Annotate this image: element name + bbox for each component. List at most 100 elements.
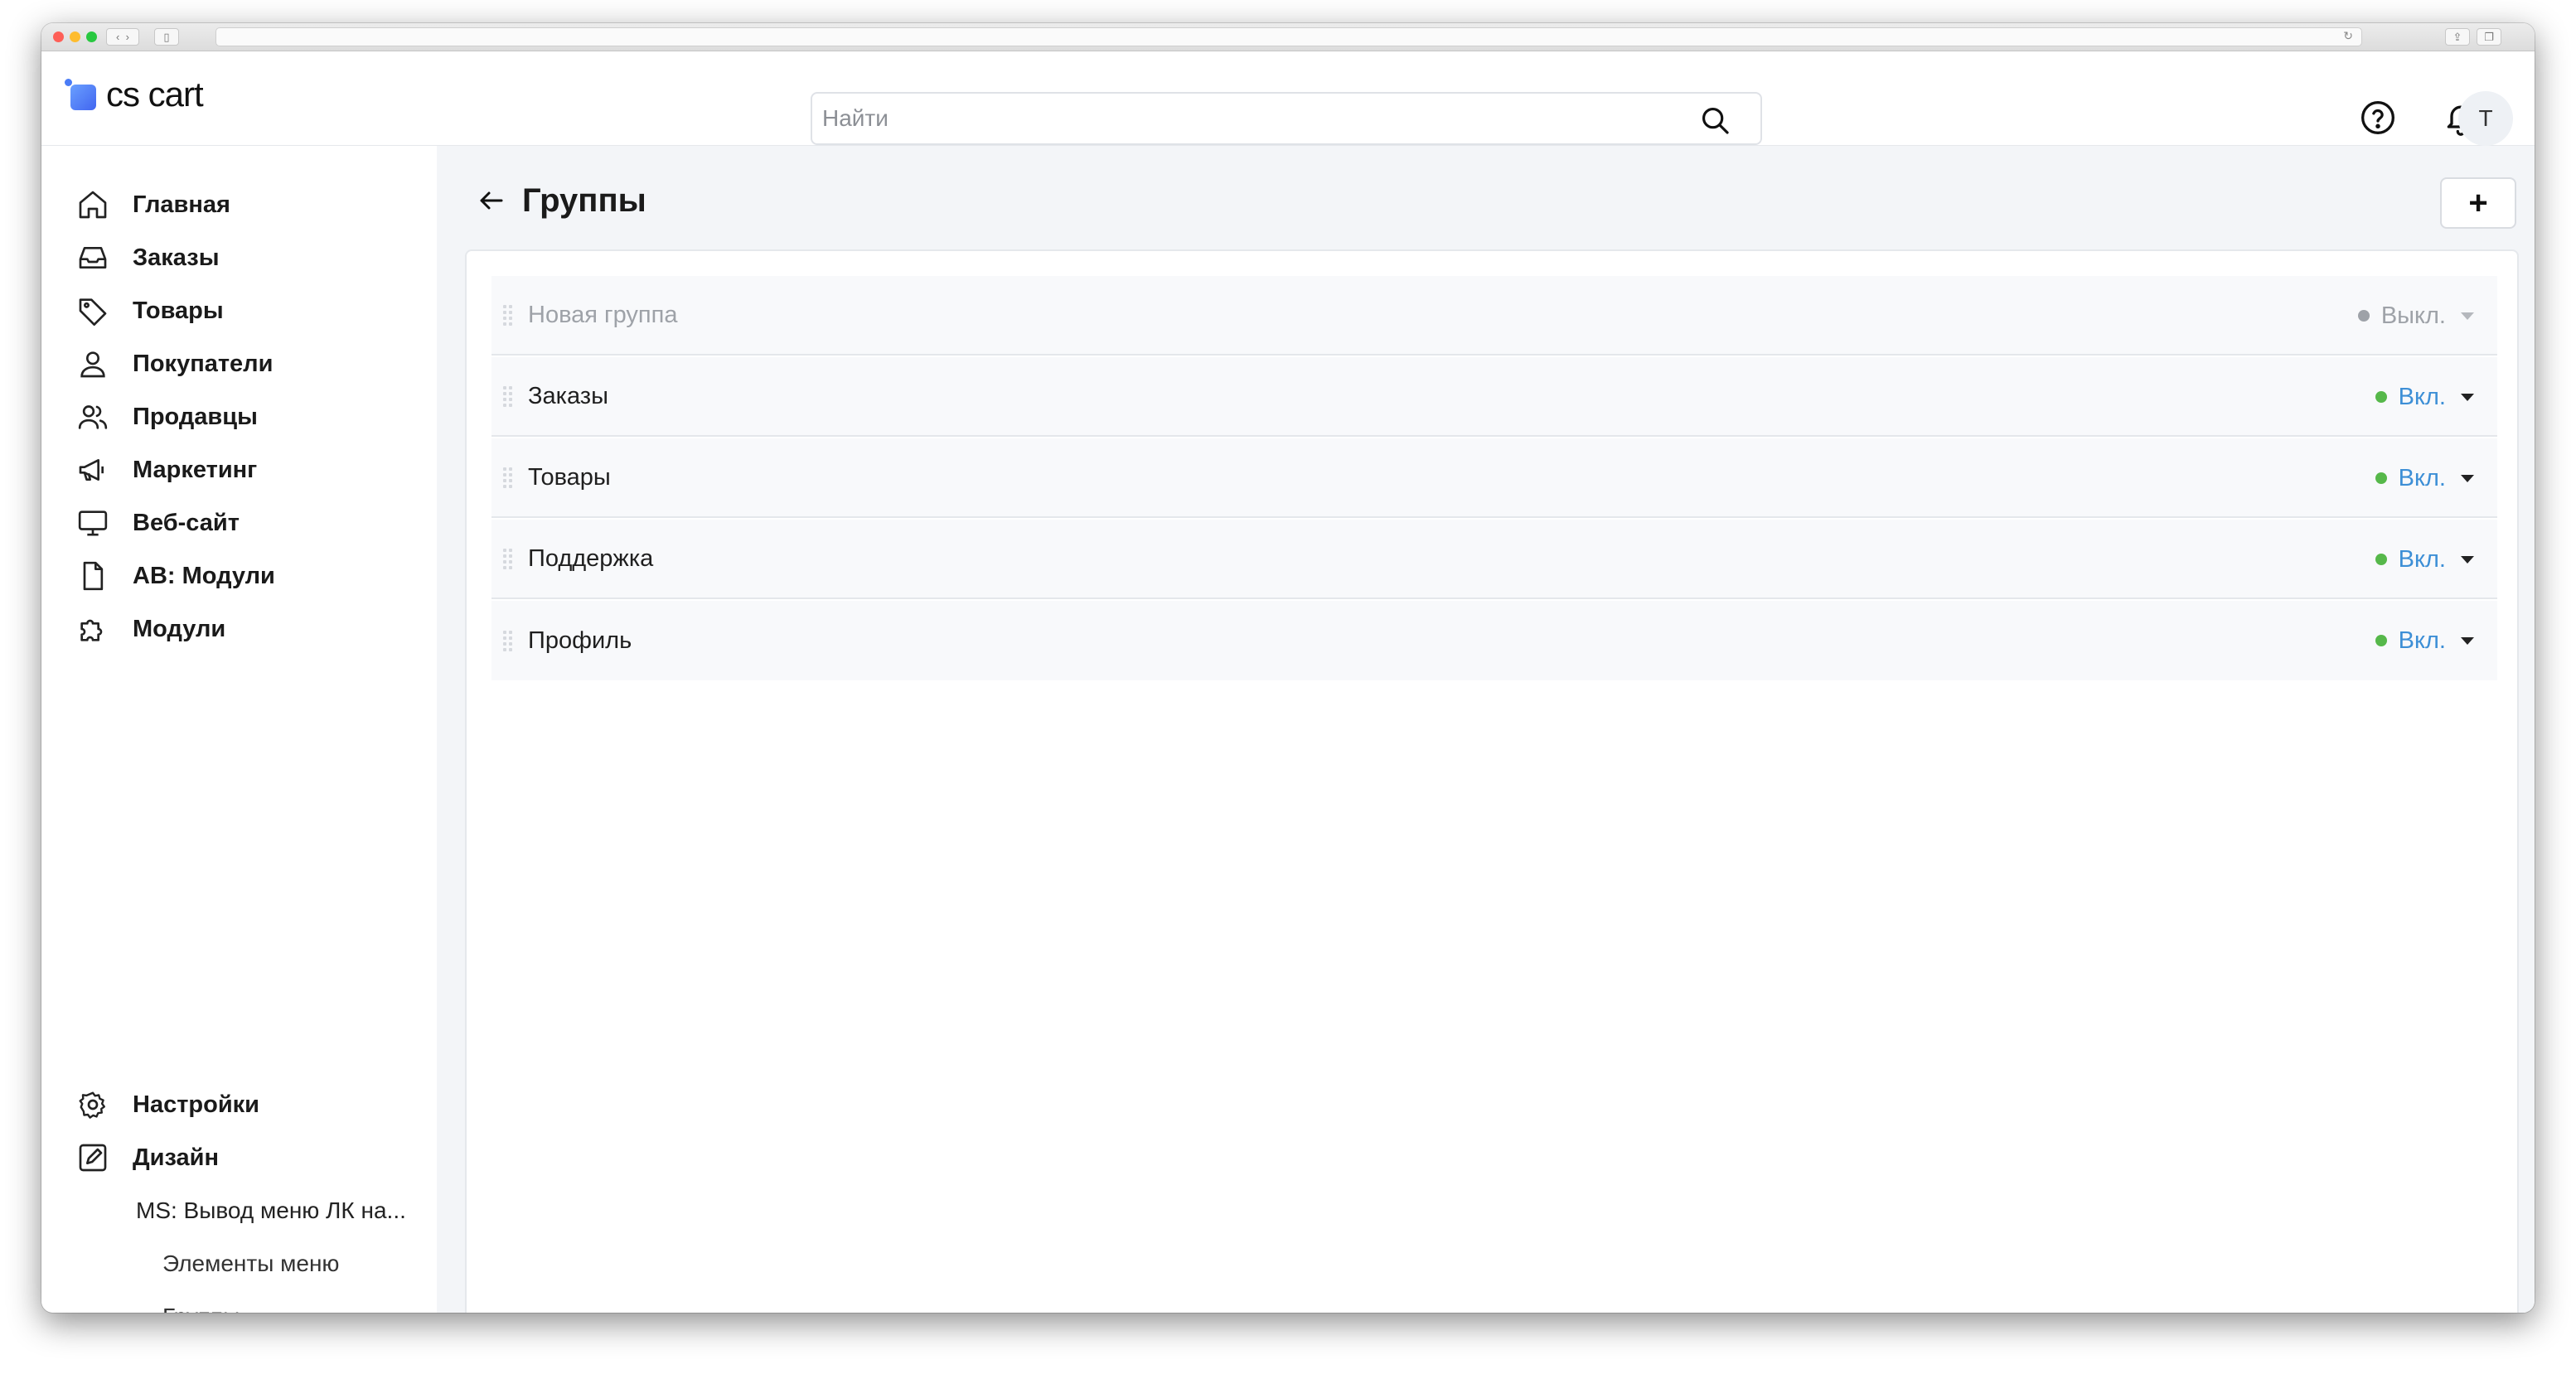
status-label: Вкл. <box>2398 545 2446 573</box>
caret-down-icon <box>2461 555 2474 564</box>
table-row[interactable]: Товары Вкл. <box>491 438 2497 518</box>
sidebar-item-home[interactable]: Главная <box>73 181 421 229</box>
share-button[interactable]: ⇪ <box>2445 28 2470 46</box>
search-box[interactable] <box>811 92 1762 145</box>
sidebar-item-marketing[interactable]: Маркетинг <box>73 446 421 494</box>
logo-text: cs cart <box>106 75 204 114</box>
status-dropdown[interactable]: Вкл. <box>2375 520 2474 599</box>
question-circle-icon <box>2361 101 2394 134</box>
sidebar-item-label: Модули <box>133 615 226 642</box>
megaphone-icon <box>79 459 104 481</box>
user-icon <box>80 351 105 378</box>
status-dot-icon <box>2357 310 2370 322</box>
back-button[interactable] <box>472 181 511 220</box>
sidebar-item-vendors[interactable]: Продавцы <box>73 393 421 441</box>
sidebar-item-label: Маркетинг <box>133 456 258 483</box>
caret-down-icon <box>2461 393 2474 401</box>
group-name[interactable]: Поддержка <box>528 545 653 573</box>
sidebar-subitem-menu-elements[interactable]: Элементы меню <box>162 1240 339 1288</box>
sidebar-icon: ▯ <box>163 30 170 43</box>
table-row[interactable]: Заказы Вкл. <box>491 357 2497 437</box>
tabs-icon: ❐ <box>2484 30 2494 43</box>
sidebar-item-label: Покупатели <box>133 350 274 377</box>
status-dot-icon <box>2375 472 2387 484</box>
logo[interactable]: cs cart <box>65 75 204 114</box>
caret-down-icon <box>2461 312 2474 320</box>
sidebar-item-ab-modules[interactable]: AB: Модули <box>73 552 421 600</box>
sidebar-item-label: Веб-сайт <box>133 509 240 536</box>
users-icon <box>78 405 108 429</box>
table-row[interactable]: Новая группа Выкл. <box>491 276 2497 356</box>
status-dropdown[interactable]: Вкл. <box>2375 601 2474 680</box>
gear-icon <box>79 1091 106 1119</box>
chevron-right-icon[interactable]: › <box>126 31 129 43</box>
browser-chrome: ‹ › ▯ ↻ ⇪ ❐ <box>41 23 2535 51</box>
drag-handle-icon[interactable] <box>503 542 515 575</box>
sidebar-item-label: Товары <box>133 297 224 324</box>
status-label: Вкл. <box>2398 627 2446 654</box>
sidebar-item-orders[interactable]: Заказы <box>73 234 421 282</box>
group-name[interactable]: Товары <box>528 464 611 491</box>
status-dropdown[interactable]: Выкл. <box>2357 276 2474 356</box>
monitor-icon <box>78 510 108 536</box>
sidebar-subitem-ms-menu[interactable]: MS: Вывод меню ЛК на... <box>136 1187 406 1235</box>
status-label: Вкл. <box>2398 464 2446 491</box>
sidebar-item-label: Главная <box>133 191 230 218</box>
puzzle-icon <box>80 619 103 641</box>
group-name[interactable]: Заказы <box>528 383 608 410</box>
share-icon: ⇪ <box>2453 30 2462 43</box>
logo-mark-icon <box>65 79 96 110</box>
sidebar: Главная Заказы Товары Покупатели Продавц… <box>41 146 437 1313</box>
address-bar[interactable]: ↻ <box>215 27 2362 46</box>
sidebar-item-modules[interactable]: Модули <box>73 605 421 653</box>
file-icon <box>83 561 104 591</box>
status-dropdown[interactable]: Вкл. <box>2375 357 2474 437</box>
status-dropdown[interactable]: Вкл. <box>2375 438 2474 518</box>
edit-icon <box>79 1144 107 1172</box>
group-name[interactable]: Профиль <box>528 627 632 655</box>
drag-handle-icon[interactable] <box>503 624 515 657</box>
add-group-button[interactable]: + <box>2440 177 2516 229</box>
minimize-window-button[interactable] <box>70 31 80 42</box>
browser-back-forward[interactable]: ‹ › <box>106 28 139 46</box>
reload-icon[interactable]: ↻ <box>2343 29 2353 43</box>
sidebar-item-label: Заказы <box>133 244 220 271</box>
sidebar-item-products[interactable]: Товары <box>73 287 421 335</box>
arrow-left-icon <box>480 191 503 210</box>
drag-handle-icon[interactable] <box>503 298 515 331</box>
sidebar-toggle-button[interactable]: ▯ <box>154 28 179 46</box>
status-dot-icon <box>2375 554 2387 565</box>
avatar[interactable]: T <box>2458 91 2513 146</box>
search-input[interactable] <box>812 95 1691 142</box>
sidebar-item-settings[interactable]: Настройки <box>73 1081 421 1129</box>
browser-window: ‹ › ▯ ↻ ⇪ ❐ cs cart Найти T Главная Зака… <box>41 23 2535 1313</box>
app-header: cs cart T <box>41 51 2535 146</box>
sidebar-item-website[interactable]: Веб-сайт <box>73 499 421 547</box>
status-dot-icon <box>2375 391 2387 403</box>
sidebar-item-customers[interactable]: Покупатели <box>73 340 421 388</box>
tag-icon <box>79 298 107 326</box>
home-icon <box>79 191 107 219</box>
status-label: Вкл. <box>2398 383 2446 410</box>
sidebar-item-design[interactable]: Дизайн <box>73 1134 421 1182</box>
search-icon[interactable] <box>1699 104 1731 136</box>
drag-handle-icon[interactable] <box>503 461 515 494</box>
main-content: Группы + Новая группа Выкл. Заказы Вкл. <box>437 146 2535 1313</box>
table-row[interactable]: Поддержка Вкл. <box>491 520 2497 599</box>
sidebar-subitem-groups[interactable]: Группы <box>162 1293 240 1313</box>
table-row[interactable]: Профиль Вкл. <box>491 601 2497 680</box>
help-button[interactable] <box>2354 94 2402 142</box>
group-name[interactable]: Новая группа <box>528 302 677 329</box>
sidebar-item-label: Настройки <box>133 1091 260 1118</box>
caret-down-icon <box>2461 474 2474 482</box>
maximize-window-button[interactable] <box>86 31 97 42</box>
close-window-button[interactable] <box>53 31 64 42</box>
chevron-left-icon[interactable]: ‹ <box>116 31 119 43</box>
sidebar-item-label: Дизайн <box>133 1144 219 1171</box>
tabs-button[interactable]: ❐ <box>2477 28 2501 46</box>
groups-panel: Новая группа Выкл. Заказы Вкл. Товары Вк… <box>465 249 2519 1313</box>
drag-handle-icon[interactable] <box>503 380 515 413</box>
caret-down-icon <box>2461 636 2474 645</box>
page-title: Группы <box>522 182 646 219</box>
inbox-icon <box>79 247 107 269</box>
